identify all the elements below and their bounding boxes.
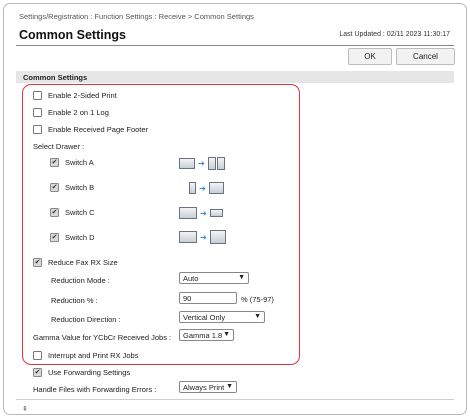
page-title: Common Settings (19, 28, 126, 42)
chevron-down-icon: ▼ (226, 383, 233, 390)
forwarding-label: Use Forwarding Settings (48, 368, 131, 377)
title-divider (16, 45, 454, 46)
settings-page: Settings/Registration : Function Setting… (3, 3, 467, 415)
forward-errors-select[interactable]: Always Print ▼ (179, 381, 237, 393)
bottom-divider (16, 399, 454, 400)
highlight-frame (22, 84, 300, 365)
breadcrumb: Settings/Registration : Function Setting… (19, 12, 254, 21)
section-title: Common Settings (23, 73, 88, 82)
cancel-button[interactable]: Cancel (396, 48, 455, 65)
ok-button[interactable]: OK (348, 48, 392, 65)
last-updated: Last Updated : 02/11 2023 11:30:17 (339, 31, 450, 38)
forwarding-row[interactable]: ✔ Use Forwarding Settings (33, 368, 130, 377)
forward-errors-label: Handle Files with Forwarding Errors : (33, 385, 157, 394)
forward-errors-value: Always Print (183, 382, 225, 392)
scroll-to-top-icon[interactable]: ⇞ (22, 405, 28, 413)
forwarding-checkbox[interactable]: ✔ (33, 368, 42, 377)
